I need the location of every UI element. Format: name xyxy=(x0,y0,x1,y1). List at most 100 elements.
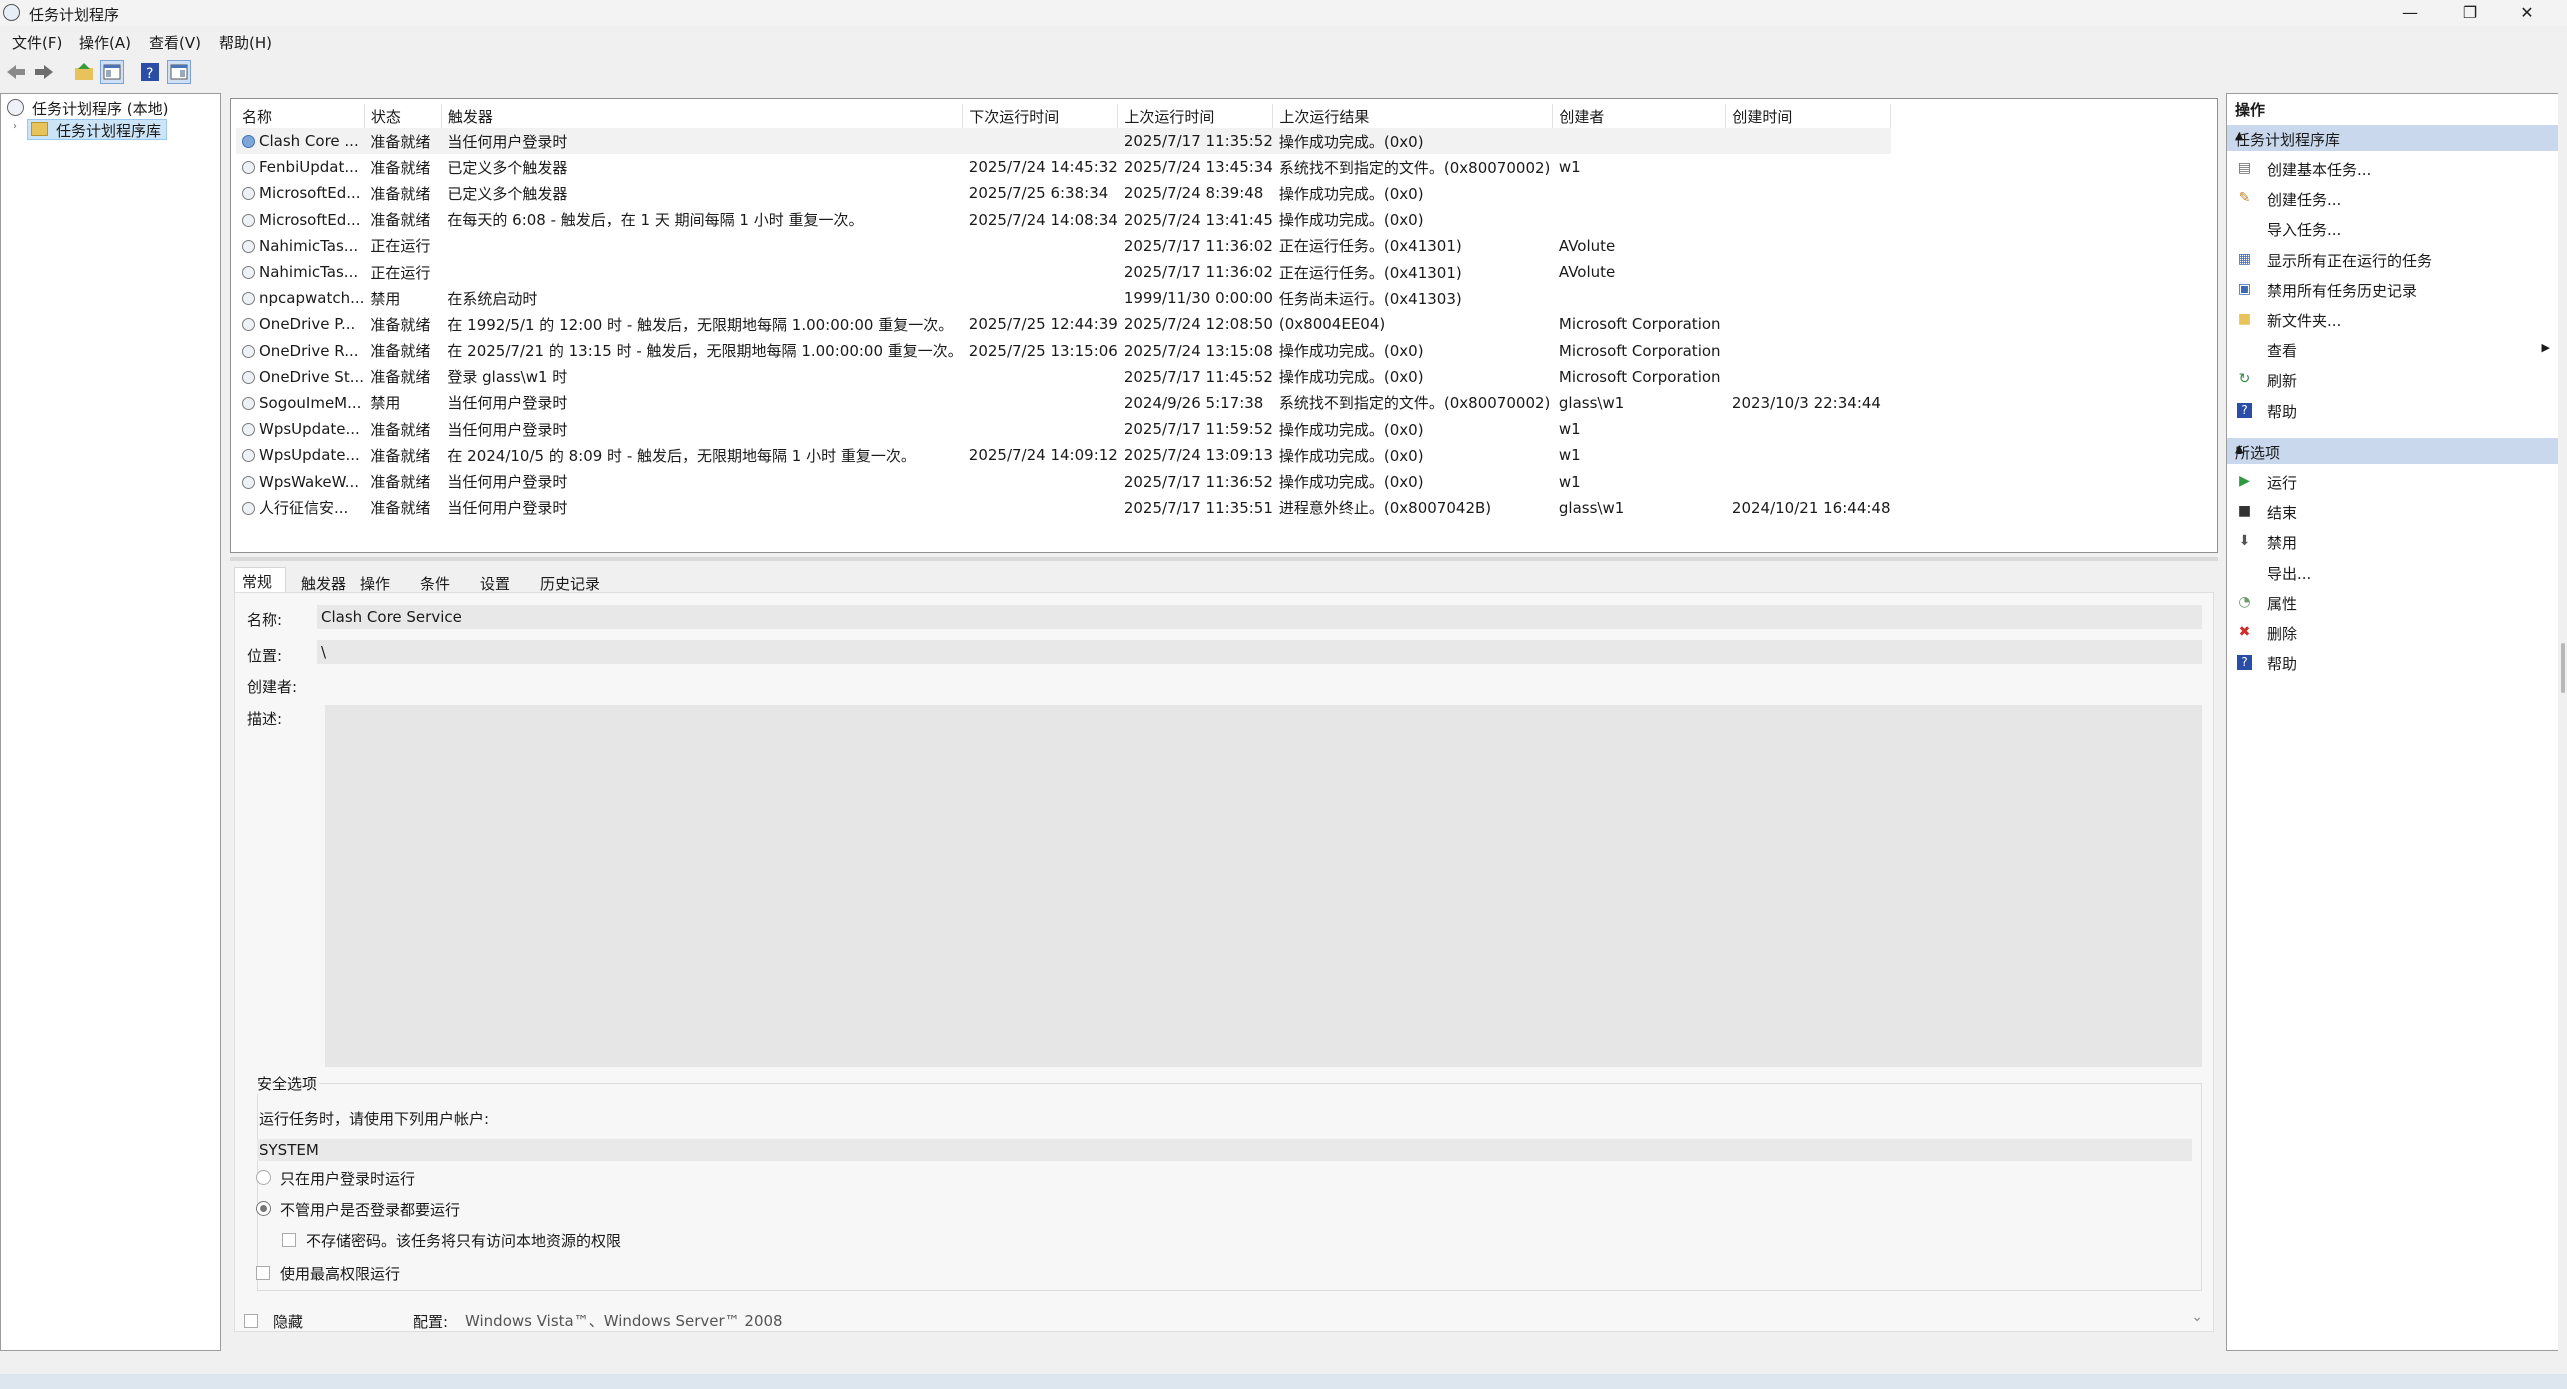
menu-file[interactable]: 文件(F) xyxy=(12,32,62,53)
column-header-created[interactable]: 创建时间 xyxy=(1725,104,1891,128)
column-header-triggers[interactable]: 触发器 xyxy=(441,104,964,128)
collapse-icon[interactable]: ▲ xyxy=(2235,442,2550,455)
tab-history[interactable]: 历史记录 xyxy=(540,573,600,594)
task-row[interactable]: WpsWakeW... 准备就绪 当任何用户登录时 2025/7/17 11:36:5… xyxy=(236,468,1891,494)
restore-button[interactable]: ❐ xyxy=(2440,0,2500,26)
library-action-item[interactable]: 导入任务... xyxy=(2227,214,2558,244)
selected-action-item[interactable]: ? 帮助 xyxy=(2227,648,2558,678)
radio-run-whether-logged-on[interactable] xyxy=(256,1201,271,1216)
task-cell-author: glass\w1 xyxy=(1558,498,1625,517)
library-action-item[interactable]: ✎ 创建任务... xyxy=(2227,184,2558,214)
configure-dropdown[interactable]: Windows Vista™、Windows Server™ 2008 ⌄ xyxy=(458,1306,2213,1332)
forward-icon[interactable] xyxy=(32,60,56,84)
collapse-icon[interactable]: ▲ xyxy=(2235,129,2550,142)
library-action-item[interactable]: ▦ 显示所有正在运行的任务 xyxy=(2227,245,2558,275)
column-header-next-run[interactable]: 下次运行时间 xyxy=(962,104,1119,128)
selected-action-item[interactable]: ■ 结束 xyxy=(2227,497,2558,527)
selected-action-item[interactable]: ✖ 删除 xyxy=(2227,618,2558,648)
menu-view[interactable]: 查看(V) xyxy=(149,32,201,53)
menu-help[interactable]: 帮助(H) xyxy=(219,32,272,53)
task-cell-status: 禁用 xyxy=(370,394,401,413)
show-hide-console-tree-icon[interactable] xyxy=(100,60,124,84)
name-field[interactable]: Clash Core Service xyxy=(317,605,2202,629)
task-row[interactable]: MicrosoftEd... 准备就绪 在每天的 6:08 - 触发后，在 1 天 … xyxy=(236,207,1891,233)
action-item-label: 删除 xyxy=(2267,625,2298,643)
library-action-item[interactable]: 查看 ▶ xyxy=(2227,335,2558,365)
library-action-item[interactable]: ? 帮助 xyxy=(2227,396,2558,426)
action-item-label: 结束 xyxy=(2267,504,2298,523)
task-row[interactable]: Clash Core ... 准备就绪 当任何用户登录时 2025/7/17 11:3… xyxy=(236,128,1891,155)
task-cell-triggers xyxy=(441,259,962,285)
task-row[interactable]: npcapwatch... 禁用 在系统启动时 1999/11/30 0:00:00 任… xyxy=(236,285,1891,311)
task-cell-triggers xyxy=(441,233,962,259)
library-action-item[interactable]: ■ 新文件夹... xyxy=(2227,305,2558,335)
task-cell-created xyxy=(1726,233,1891,259)
selected-action-item[interactable]: ▶ 运行 xyxy=(2227,467,2558,497)
task-name: OneDrive St... xyxy=(259,367,365,386)
scrollbar-thumb[interactable] xyxy=(2561,643,2565,693)
scrollbar[interactable] xyxy=(2558,93,2567,1351)
task-cell-created: 2023/10/3 22:34:44 xyxy=(1731,393,1881,412)
task-cell-last-run: 2025/7/24 12:08:50 xyxy=(1123,315,1273,334)
column-header-author[interactable]: 创建者 xyxy=(1552,104,1727,128)
task-cell-created xyxy=(1726,154,1891,180)
task-row[interactable]: OneDrive R... 准备就绪在 2025/7/21 的 13:15 时 -… xyxy=(236,338,1891,364)
action-item-label: 导出... xyxy=(2267,564,2312,583)
section-selected-item[interactable]: 所选项 ▲ xyxy=(2227,438,2558,464)
description-textarea[interactable] xyxy=(325,705,2202,1067)
library-action-item[interactable]: ↻ 刷新 xyxy=(2227,365,2558,395)
column-header-status[interactable]: 状态 xyxy=(364,104,442,128)
tab-triggers[interactable]: 触发器 xyxy=(301,573,346,594)
pane-splitter[interactable] xyxy=(230,557,2218,561)
library-action-item[interactable]: ▣ 禁用所有任务历史记录 xyxy=(2227,275,2558,305)
selected-action-item[interactable]: ⬇ 禁用 xyxy=(2227,527,2558,557)
menu-action[interactable]: 操作(A) xyxy=(79,32,131,53)
task-cell-triggers: 在每天的 6:08 - 触发后，在 1 天 期间每隔 1 小时 重复一次。 xyxy=(447,211,864,230)
checkbox-do-not-store-password[interactable] xyxy=(282,1233,296,1247)
task-cell-status: 准备就绪 xyxy=(370,211,431,230)
task-row[interactable]: OneDrive St... 准备就绪 登录 glass\w1 时 2025/7/17… xyxy=(236,364,1891,390)
task-row[interactable]: MicrosoftEd... 准备就绪 已定义多个触发器 2025/7/25 6:38… xyxy=(236,180,1891,206)
task-name: npcapwatch... xyxy=(259,289,365,308)
tab-actions[interactable]: 操作 xyxy=(360,573,390,594)
tab-conditions[interactable]: 条件 xyxy=(420,573,450,594)
task-row[interactable]: 人行征信安... 准备就绪 当任何用户登录时 2025/7/17 11:35:51 进程… xyxy=(236,495,1891,521)
minimize-button[interactable]: — xyxy=(2380,0,2440,26)
task-row[interactable]: NahimicTas... 正在运行 2025/7/17 11:36:02 正在运行任… xyxy=(236,259,1891,285)
up-folder-icon[interactable] xyxy=(72,60,96,84)
task-cell-last-result: 操作成功完成。(0x0) xyxy=(1272,128,1553,155)
task-cell-triggers: 在系统启动时 xyxy=(447,289,538,308)
task-row[interactable]: WpsUpdate... 准备就绪在 2024/10/5 的 8:09 时 - 触… xyxy=(236,442,1891,468)
expand-chevron-icon[interactable]: › xyxy=(13,121,17,132)
show-hide-action-pane-icon[interactable] xyxy=(167,60,191,84)
checkbox-hidden[interactable] xyxy=(244,1314,258,1328)
tab-general[interactable]: 常规 xyxy=(242,571,272,592)
section-library[interactable]: 任务计划程序库 ▲ xyxy=(2227,125,2558,151)
tab-settings[interactable]: 设置 xyxy=(480,573,510,594)
create-basic-task-icon: ▤ xyxy=(2237,160,2252,176)
column-header-name[interactable]: 名称 xyxy=(236,104,365,128)
selected-action-item[interactable]: ◔ 属性 xyxy=(2227,588,2558,618)
library-action-item[interactable]: ▤ 创建基本任务... xyxy=(2227,154,2558,184)
back-icon[interactable] xyxy=(4,60,28,84)
task-cell-last-result: 操作成功完成。(0x0) xyxy=(1278,184,1424,203)
detail-tabs: 常规 触发器 操作 条件 设置 历史记录 xyxy=(230,567,2218,594)
help-icon[interactable]: ? xyxy=(138,60,162,84)
task-cell-created xyxy=(1726,180,1891,206)
column-header-last-run[interactable]: 上次运行时间 xyxy=(1117,104,1274,128)
radio-run-only-logged-on[interactable] xyxy=(256,1170,271,1185)
close-button[interactable]: ✕ xyxy=(2497,0,2557,26)
task-icon xyxy=(242,370,255,384)
checkbox-highest-privileges[interactable] xyxy=(256,1266,270,1280)
location-field[interactable]: \ xyxy=(317,640,2202,664)
task-cell-last-run: 2025/7/17 11:35:51 xyxy=(1123,498,1273,517)
column-header-last-result[interactable]: 上次运行结果 xyxy=(1272,104,1554,128)
tree-root-label[interactable]: 任务计划程序 (本地) xyxy=(32,98,168,119)
task-row[interactable]: SogouImeM... 禁用 当任何用户登录时 2024/9/26 5:17:38 系… xyxy=(236,390,1891,416)
task-cell-created xyxy=(1726,442,1891,468)
task-row[interactable]: FenbiUpdat... 准备就绪 已定义多个触发器 2025/7/24 14:45… xyxy=(236,154,1891,180)
task-row[interactable]: WpsUpdate... 准备就绪 当任何用户登录时 2025/7/17 11:59:… xyxy=(236,416,1891,442)
task-row[interactable]: OneDrive P... 准备就绪在 1992/5/1 的 12:00 时 - … xyxy=(236,311,1891,337)
selected-action-item[interactable]: 导出... xyxy=(2227,558,2558,588)
task-row[interactable]: NahimicTas... 正在运行 2025/7/17 11:36:02 正在运行任… xyxy=(236,233,1891,259)
